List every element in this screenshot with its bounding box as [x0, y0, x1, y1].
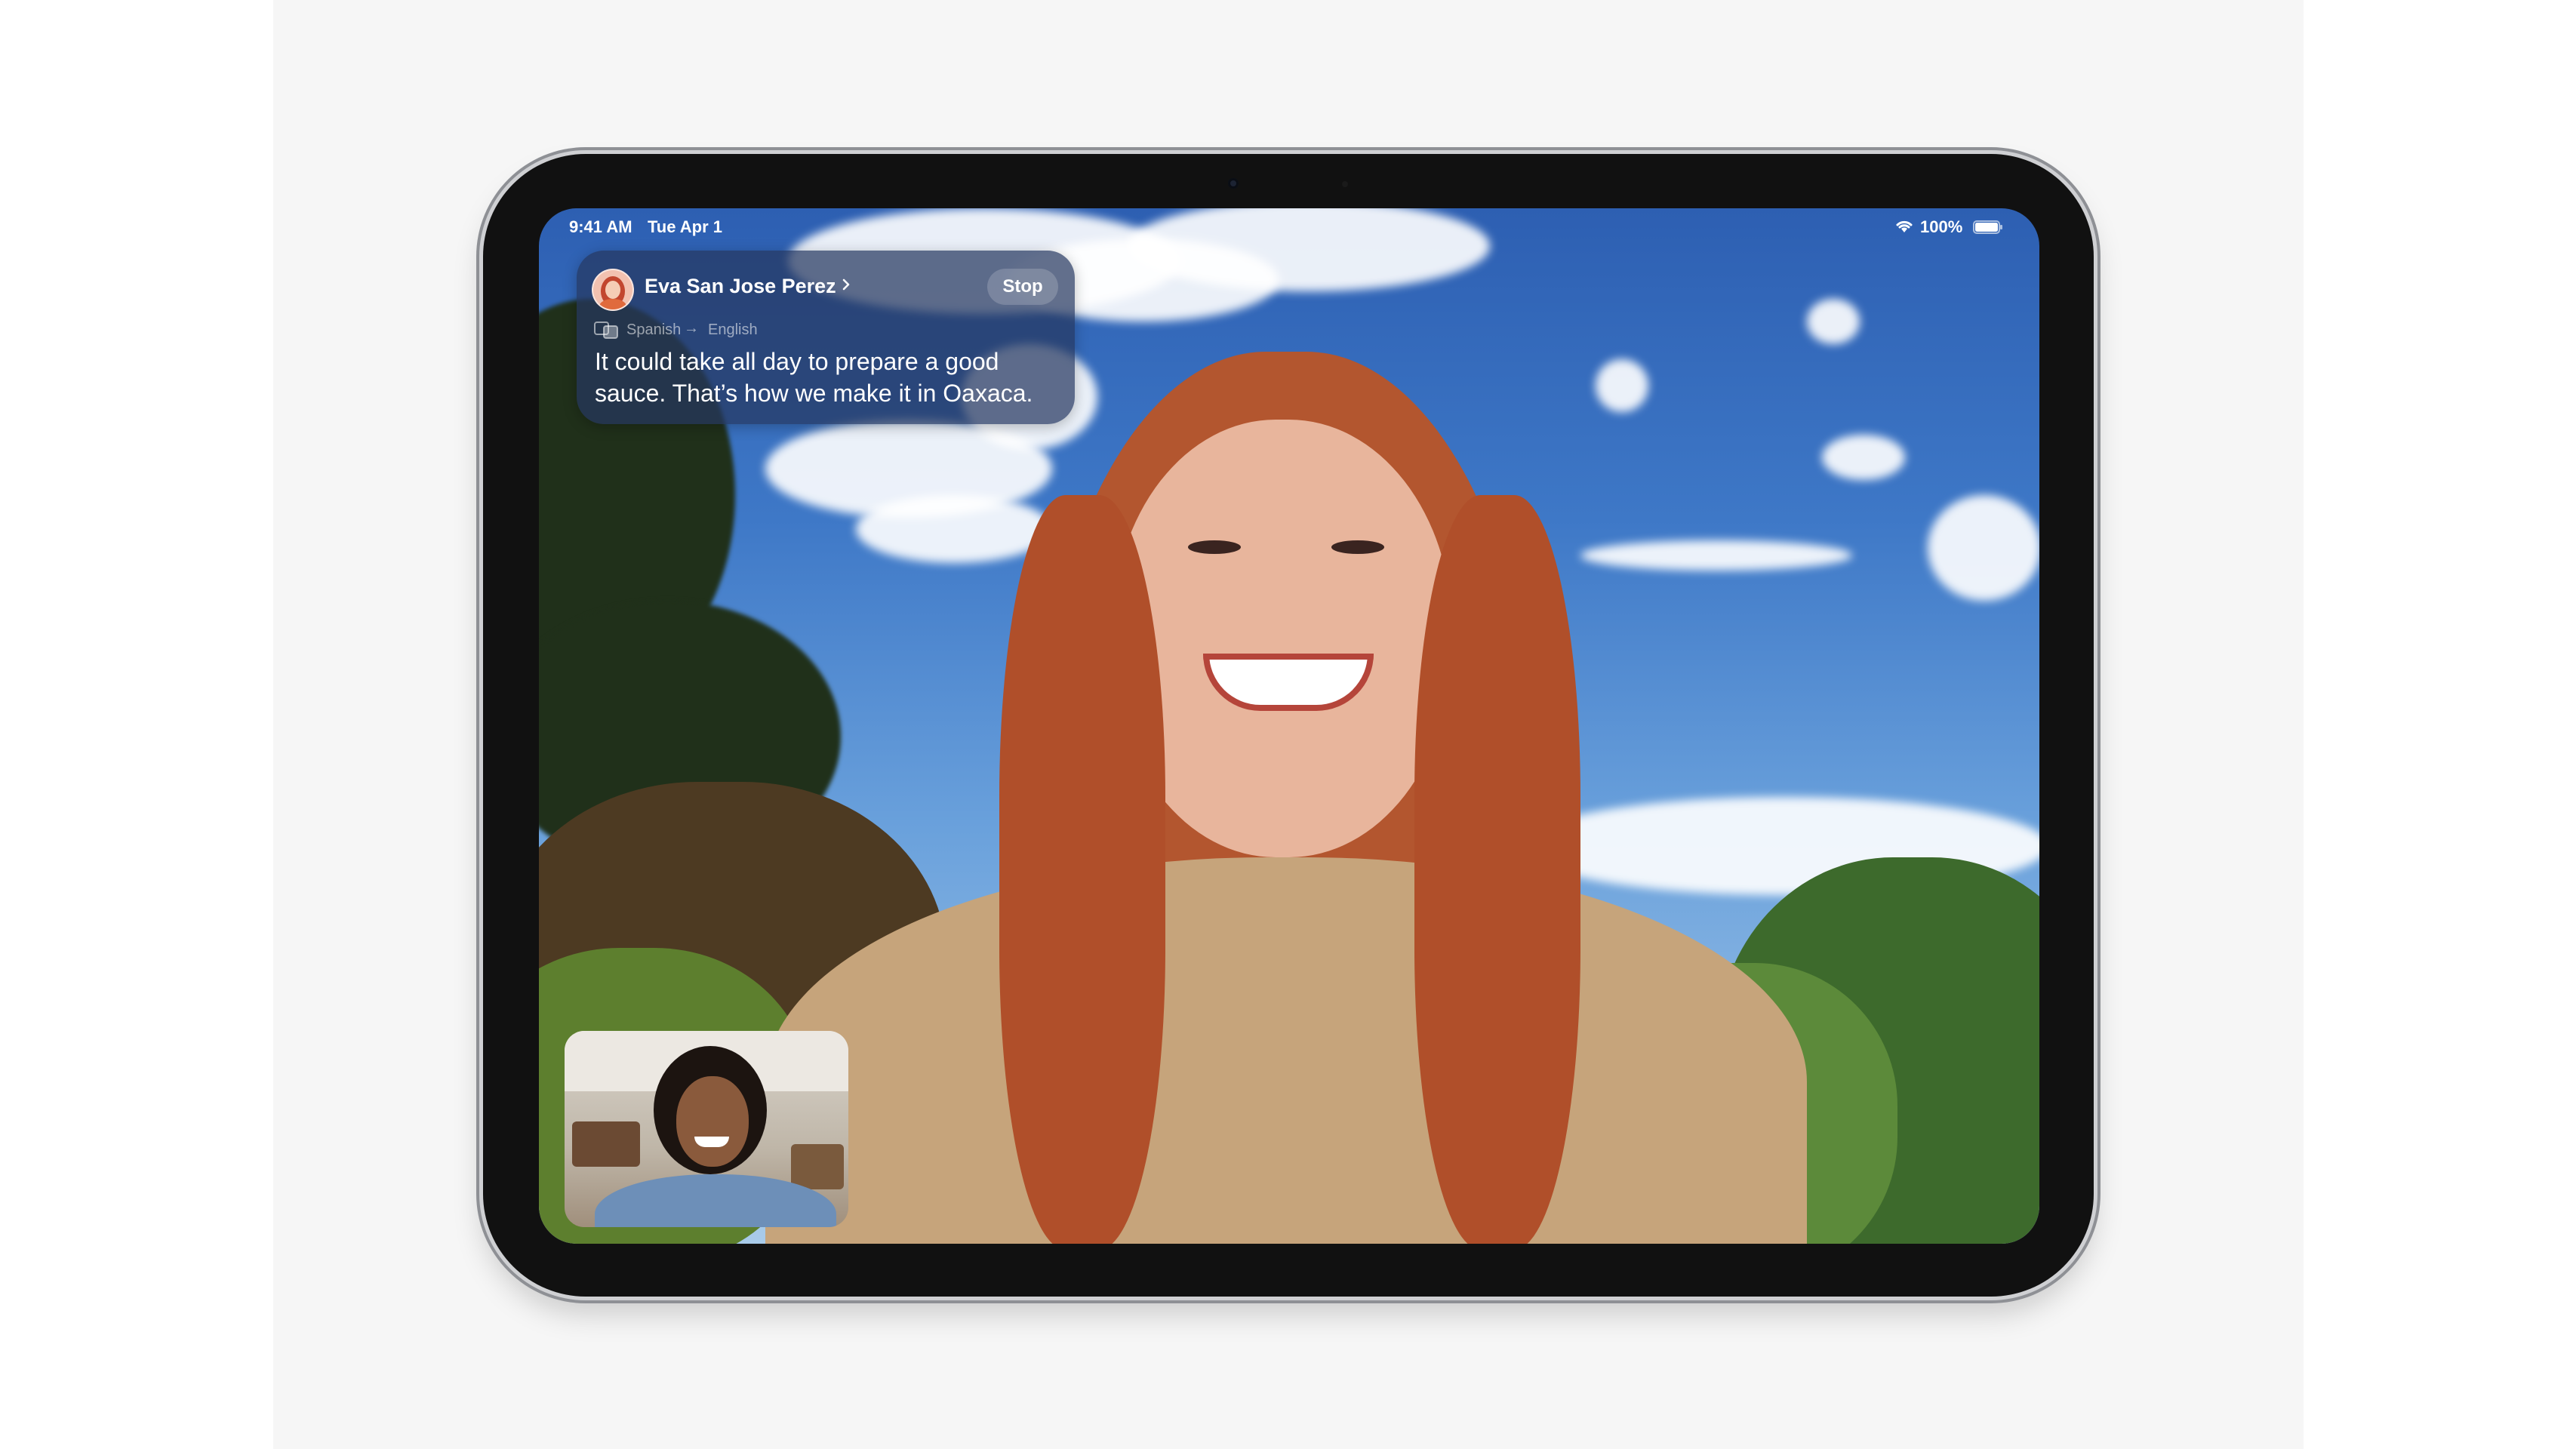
- caller-name[interactable]: Eva San Jose Perez: [645, 275, 836, 298]
- translate-icon: [594, 321, 618, 339]
- status-date: Tue Apr 1: [648, 217, 723, 236]
- target-language: English: [708, 321, 758, 338]
- facetime-screen: 9:41 AM Tue Apr 1 100% Eva San Jose Pere…: [539, 208, 2039, 1244]
- avatar[interactable]: [592, 269, 634, 311]
- chevron-right-icon[interactable]: [841, 275, 851, 294]
- light-sensor: [1342, 181, 1348, 187]
- battery-percentage: 100%: [1920, 217, 1963, 236]
- front-camera: [1228, 178, 1239, 189]
- source-language: Spanish: [626, 321, 682, 338]
- wifi-icon: [1896, 220, 1913, 232]
- status-time: 9:41 AM: [569, 217, 632, 236]
- stop-button[interactable]: Stop: [987, 269, 1058, 305]
- battery-icon: [1973, 220, 2002, 234]
- canvas: 9:41 AM Tue Apr 1 100% Eva San Jose Pere…: [0, 0, 2576, 1449]
- live-translation-caption[interactable]: Eva San Jose Perez Stop Spanish → Englis…: [577, 251, 1075, 424]
- status-bar: 9:41 AM Tue Apr 1 100%: [539, 208, 2039, 246]
- language-arrow: →: [684, 320, 699, 337]
- translated-caption-text: It could take all day to prepare a good …: [595, 348, 1033, 407]
- self-view-pip[interactable]: [565, 1031, 848, 1227]
